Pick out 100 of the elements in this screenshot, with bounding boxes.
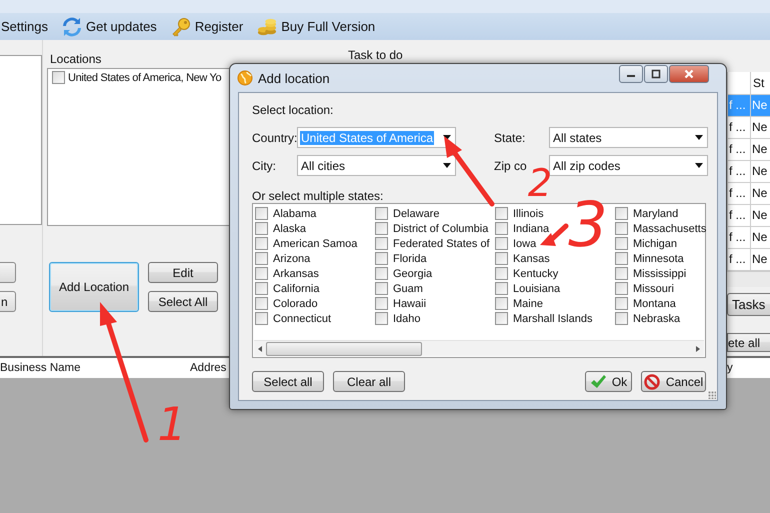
table-cell: Ne [750, 205, 770, 227]
checkbox[interactable] [375, 237, 388, 250]
checkbox[interactable] [375, 252, 388, 265]
group-label: Task to do [347, 48, 404, 62]
table-cell: Ne [750, 227, 770, 249]
state-label: Alabama [273, 208, 316, 220]
table-cell: Ne [750, 139, 770, 161]
globe-icon [237, 70, 253, 86]
key-icon [170, 16, 191, 36]
field-label: Zip co [494, 158, 528, 172]
checkbox[interactable] [255, 267, 268, 280]
state-label: American Samoa [273, 238, 358, 250]
button[interactable]: Clear all [333, 371, 405, 392]
resize-grip-icon [708, 391, 716, 399]
table-cell: Ne [750, 95, 770, 117]
checkbox[interactable] [495, 252, 508, 265]
state-label: Federated States of [393, 238, 490, 250]
state-label: Arizona [273, 252, 310, 264]
column-header: Business Name [0, 362, 82, 374]
maximize-icon [651, 69, 661, 79]
checkbox[interactable] [375, 297, 388, 310]
checkbox[interactable] [255, 222, 268, 235]
close-icon [684, 69, 694, 79]
caret-icon [695, 163, 703, 168]
checkbox[interactable] [495, 312, 508, 325]
checkbox[interactable] [615, 267, 628, 280]
table-cell: Ne [750, 117, 770, 139]
scrollbar[interactable] [727, 271, 770, 287]
checkbox[interactable] [375, 267, 388, 280]
state-label: Louisiana [513, 282, 560, 294]
state-label: Colorado [273, 298, 318, 310]
toolbar-button[interactable]: Register [170, 16, 244, 36]
toolbar-button[interactable]: Buy Full Version [257, 16, 376, 36]
button[interactable]: n [0, 291, 16, 312]
checkbox[interactable] [495, 297, 508, 310]
checkbox[interactable] [255, 207, 268, 220]
coins-icon [257, 16, 278, 36]
checkbox[interactable] [615, 297, 628, 310]
caret-icon [443, 163, 451, 168]
checkbox[interactable] [615, 237, 628, 250]
state-label: Michigan [633, 238, 678, 250]
state-label: Missouri [633, 282, 674, 294]
state-label: Kentucky [513, 268, 558, 280]
button[interactable] [0, 262, 16, 283]
checkbox[interactable] [52, 71, 65, 84]
checkbox[interactable] [375, 222, 388, 235]
checkbox[interactable] [495, 222, 508, 235]
button[interactable]: Cancel [641, 371, 706, 392]
state-label: Maine [513, 298, 543, 310]
checkbox[interactable] [615, 207, 628, 220]
state-label: Nebraska [633, 312, 680, 324]
checkbox[interactable] [255, 297, 268, 310]
checkbox[interactable] [615, 312, 628, 325]
table-cell: f ... [727, 95, 750, 117]
checkbox[interactable] [495, 207, 508, 220]
minimize-button[interactable] [619, 65, 643, 83]
checkbox[interactable] [255, 282, 268, 295]
dropdown[interactable]: All states [549, 127, 708, 148]
button[interactable]: Ok [585, 371, 632, 392]
horizontal-scrollbar[interactable] [254, 340, 704, 356]
maximize-button[interactable] [644, 65, 668, 83]
state-label: Minnesota [633, 252, 684, 264]
annotation-number: 3 [568, 188, 608, 261]
close-button[interactable] [669, 65, 709, 83]
checkbox[interactable] [615, 252, 628, 265]
toolbar-button[interactable]: Settings [1, 19, 48, 34]
state-label: Maryland [633, 208, 678, 220]
state-label: Hawaii [393, 298, 426, 310]
state-label: California [273, 282, 320, 294]
state-label: Kansas [513, 252, 550, 264]
checkbox[interactable] [375, 312, 388, 325]
add-location-button[interactable]: Add Location [49, 262, 139, 312]
scroll-thumb[interactable] [266, 342, 422, 356]
state-label: Marshall Islands [513, 312, 592, 324]
tasks-button[interactable]: Tasks [727, 293, 770, 316]
dropdown[interactable]: All zip codes [549, 155, 708, 176]
checkbox[interactable] [375, 282, 388, 295]
state-label: Arkansas [273, 268, 319, 280]
checkbox[interactable] [255, 252, 268, 265]
state-label: Iowa [513, 238, 536, 250]
button[interactable]: Select all [252, 371, 324, 392]
checkbox[interactable] [255, 237, 268, 250]
toolbar-button[interactable]: Get updates [62, 16, 157, 36]
state-label: Alaska [273, 222, 306, 234]
annotation-number: 1 [157, 397, 187, 451]
dropdown[interactable]: All cities [297, 155, 456, 176]
group-label: Locations [49, 52, 102, 66]
delete-all-button[interactable]: ete all [727, 333, 770, 352]
button[interactable]: Select All [148, 291, 218, 312]
checkbox[interactable] [495, 237, 508, 250]
checkbox[interactable] [375, 207, 388, 220]
checkbox[interactable] [495, 282, 508, 295]
button[interactable]: Edit [148, 262, 218, 283]
checkbox[interactable] [495, 267, 508, 280]
checkbox[interactable] [255, 312, 268, 325]
checkbox[interactable] [615, 282, 628, 295]
field-label: City: [252, 158, 277, 172]
field-label: Country: [252, 130, 297, 144]
checkbox[interactable] [615, 222, 628, 235]
list-item[interactable]: United States of America, New Yo [68, 72, 222, 84]
